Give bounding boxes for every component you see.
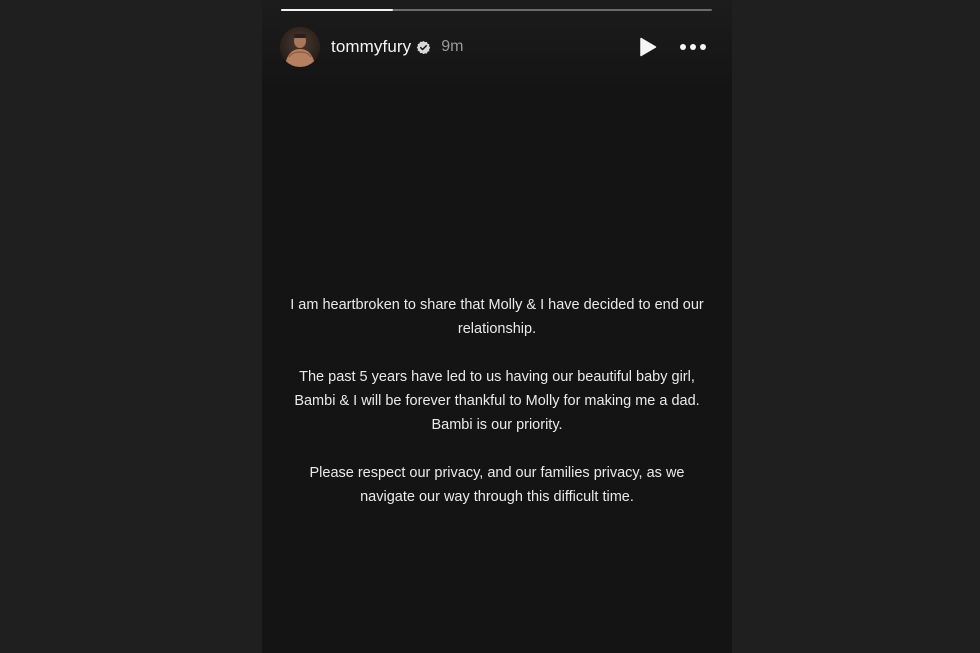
more-options-button[interactable] bbox=[678, 35, 708, 59]
story-frame[interactable]: tommyfury 9m I am heartbroken to share t… bbox=[262, 0, 732, 653]
avatar[interactable] bbox=[280, 27, 320, 67]
story-viewer-page: tommyfury 9m I am heartbroken to share t… bbox=[0, 0, 980, 653]
story-paragraph: I am heartbroken to share that Molly & I… bbox=[290, 297, 704, 337]
story-paragraph: Please respect our privacy, and our fami… bbox=[309, 465, 685, 505]
play-icon bbox=[640, 37, 657, 57]
verified-badge-icon bbox=[416, 40, 431, 55]
story-header: tommyfury 9m bbox=[280, 26, 710, 68]
story-progress-fill bbox=[281, 9, 394, 11]
post-time: 9m bbox=[441, 38, 464, 55]
more-options-icon bbox=[680, 44, 706, 50]
story-progress-bar bbox=[281, 9, 712, 11]
play-button[interactable] bbox=[636, 35, 660, 59]
story-paragraph: The past 5 years have led to us having o… bbox=[294, 369, 700, 433]
profile-photo-icon bbox=[280, 27, 320, 67]
username[interactable]: tommyfury bbox=[331, 37, 411, 57]
story-text: I am heartbroken to share that Molly & I… bbox=[282, 293, 712, 509]
